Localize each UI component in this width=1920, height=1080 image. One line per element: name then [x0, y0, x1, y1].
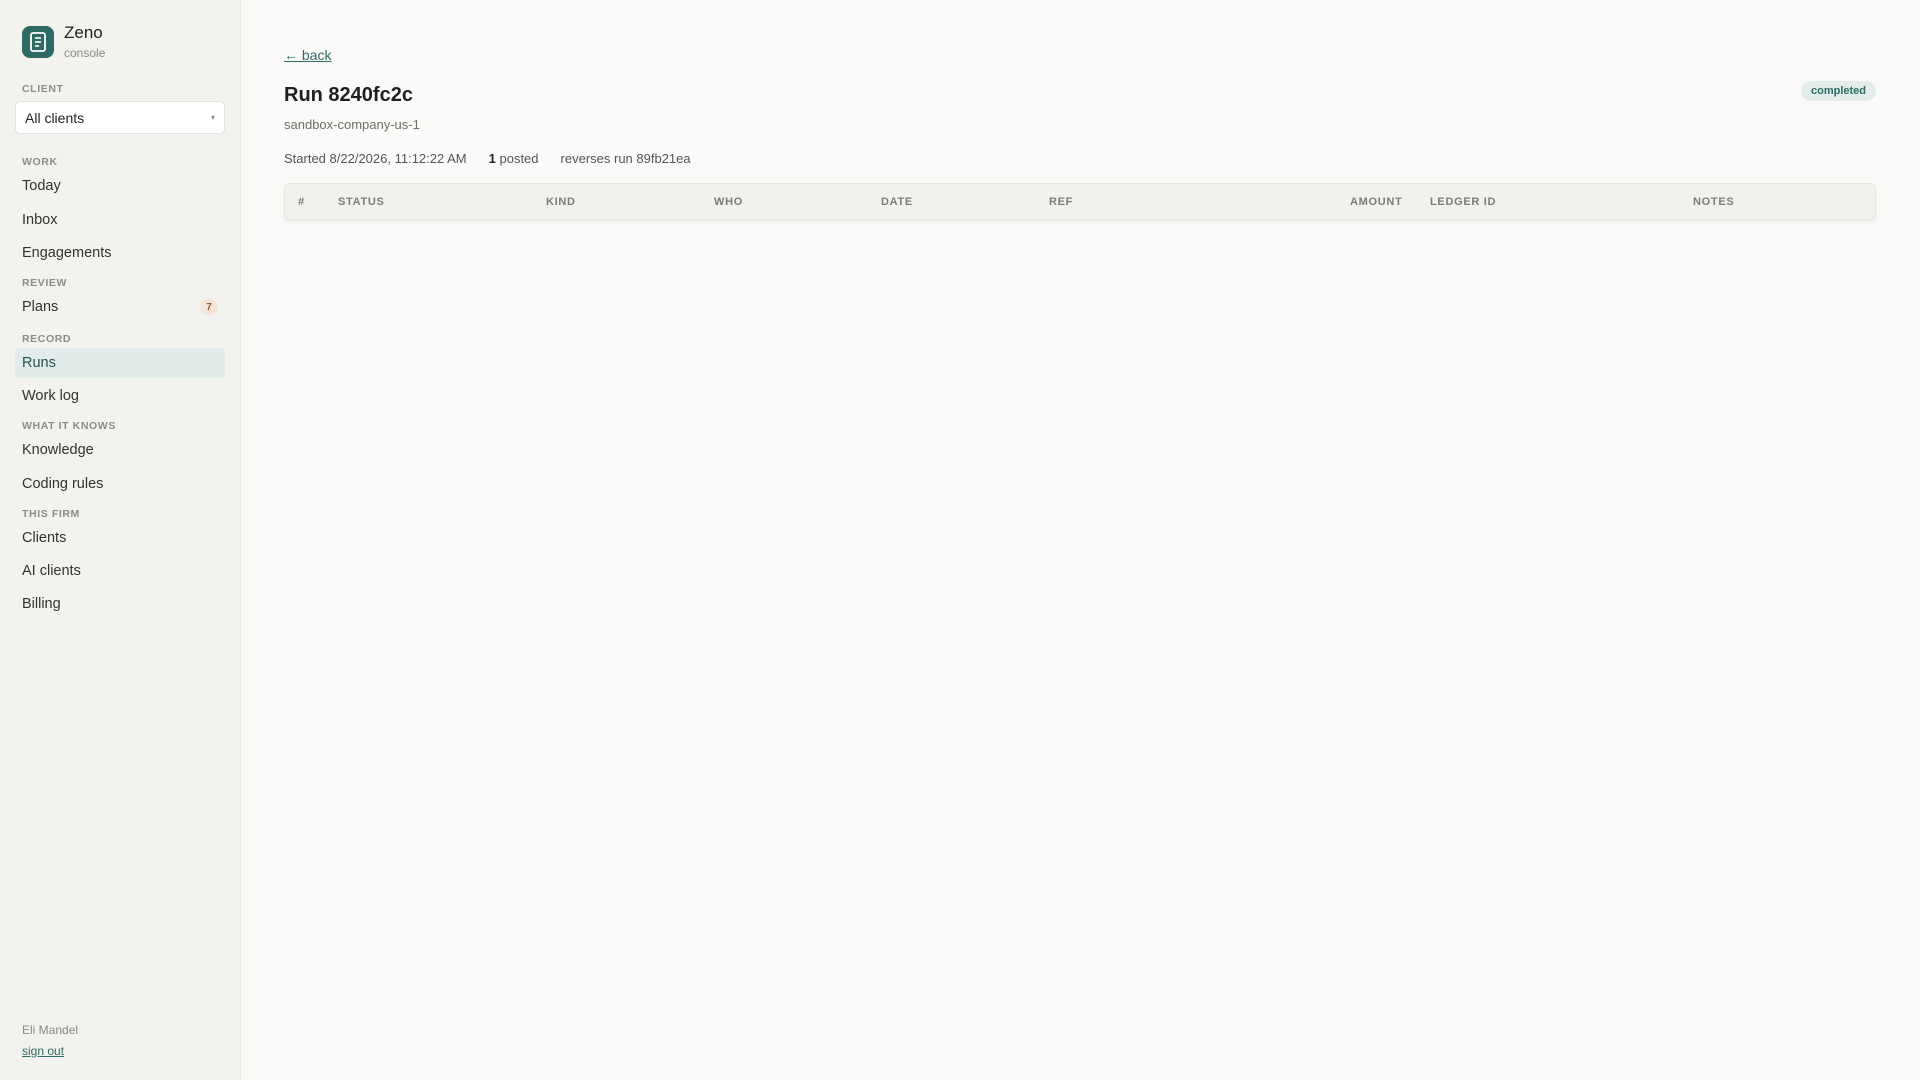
section-label-record: RECORD [22, 333, 72, 345]
column-header-status: STATUS [338, 196, 385, 208]
brand-sub: console [64, 46, 106, 60]
status-badge: completed [1800, 81, 1876, 101]
user-name: Eli Mandel [22, 1023, 79, 1037]
column-header-index: # [298, 196, 305, 208]
sidebar-item-inbox[interactable]: Inbox [15, 205, 225, 235]
page-subtitle: sandbox-company-us-1 [284, 117, 420, 132]
sidebar-item-label: Today [22, 178, 61, 194]
sidebar-item-label: AI clients [22, 563, 81, 579]
section-label-work: WORK [22, 156, 58, 168]
sidebar-item-runs[interactable]: Runs [15, 348, 225, 378]
table-header: # STATUS KIND WHO DATE REF AMOUNT LEDGER… [284, 183, 1876, 220]
sidebar: Zeno console CLIENT All clients ▾ WORK T… [0, 0, 241, 1080]
sidebar-item-label: Knowledge [22, 442, 94, 458]
sidebar-item-label: Clients [22, 530, 67, 546]
sign-out-link[interactable]: sign out [22, 1044, 64, 1058]
column-header-date: DATE [881, 196, 913, 208]
sidebar-item-engagements[interactable]: Engagements [15, 238, 225, 268]
brand-name: Zeno [64, 23, 103, 42]
started-time: Started 8/22/2026, 11:12:22 AM [284, 151, 467, 166]
client-section-label: CLIENT [22, 83, 64, 95]
ledger-book-icon [22, 26, 54, 58]
sidebar-item-label: Runs [22, 355, 56, 371]
sidebar-item-label: Plans [22, 299, 59, 315]
chevron-down-icon: ▾ [210, 113, 215, 122]
section-label-this-firm: THIS FIRM [22, 508, 80, 520]
posted-summary: 1 posted [489, 151, 539, 166]
user-area: Eli Mandel sign out [22, 1023, 78, 1060]
sidebar-item-knowledge[interactable]: Knowledge [15, 435, 225, 465]
sidebar-item-label: Work log [22, 388, 79, 404]
sidebar-item-label: Coding rules [22, 476, 104, 492]
plans-count-badge: 7 [200, 299, 218, 315]
run-meta: Started 8/22/2026, 11:12:22 AM 1 posted … [284, 151, 691, 166]
sidebar-item-label: Inbox [22, 212, 58, 228]
client-select[interactable]: All clients ▾ [15, 101, 225, 134]
reverses-run: reverses run 89fb21ea [560, 151, 691, 166]
page-title: Run 8240fc2c [284, 84, 413, 106]
client-select-value: All clients [25, 109, 85, 126]
sidebar-item-today[interactable]: Today [15, 171, 225, 201]
column-header-notes: NOTES [1693, 196, 1735, 208]
sidebar-item-clients[interactable]: Clients [15, 523, 225, 553]
sidebar-item-label: Billing [22, 596, 61, 612]
column-header-who: WHO [714, 196, 743, 208]
posted-count: 1 [488, 151, 496, 166]
back-link[interactable]: ← back [284, 47, 331, 63]
column-header-kind: KIND [546, 196, 576, 208]
column-header-ledger-id: LEDGER ID [1430, 196, 1497, 208]
posted-label: posted [499, 151, 539, 166]
sidebar-item-billing[interactable]: Billing [15, 589, 225, 619]
sidebar-item-plans[interactable]: Plans 7 [15, 292, 225, 322]
sidebar-item-ai-clients[interactable]: AI clients [15, 556, 225, 586]
column-header-ref: REF [1049, 196, 1074, 208]
section-label-what-it-knows: WHAT IT KNOWS [22, 420, 116, 432]
section-label-review: REVIEW [22, 277, 68, 289]
sidebar-item-work-log[interactable]: Work log [15, 381, 225, 411]
column-header-amount: AMOUNT [1350, 196, 1403, 208]
sidebar-item-label: Engagements [22, 245, 112, 261]
brand[interactable]: Zeno console [22, 23, 225, 61]
sidebar-item-coding-rules[interactable]: Coding rules [15, 469, 225, 499]
main-content: ← back Run 8240fc2c sandbox-company-us-1… [241, 0, 1920, 1080]
